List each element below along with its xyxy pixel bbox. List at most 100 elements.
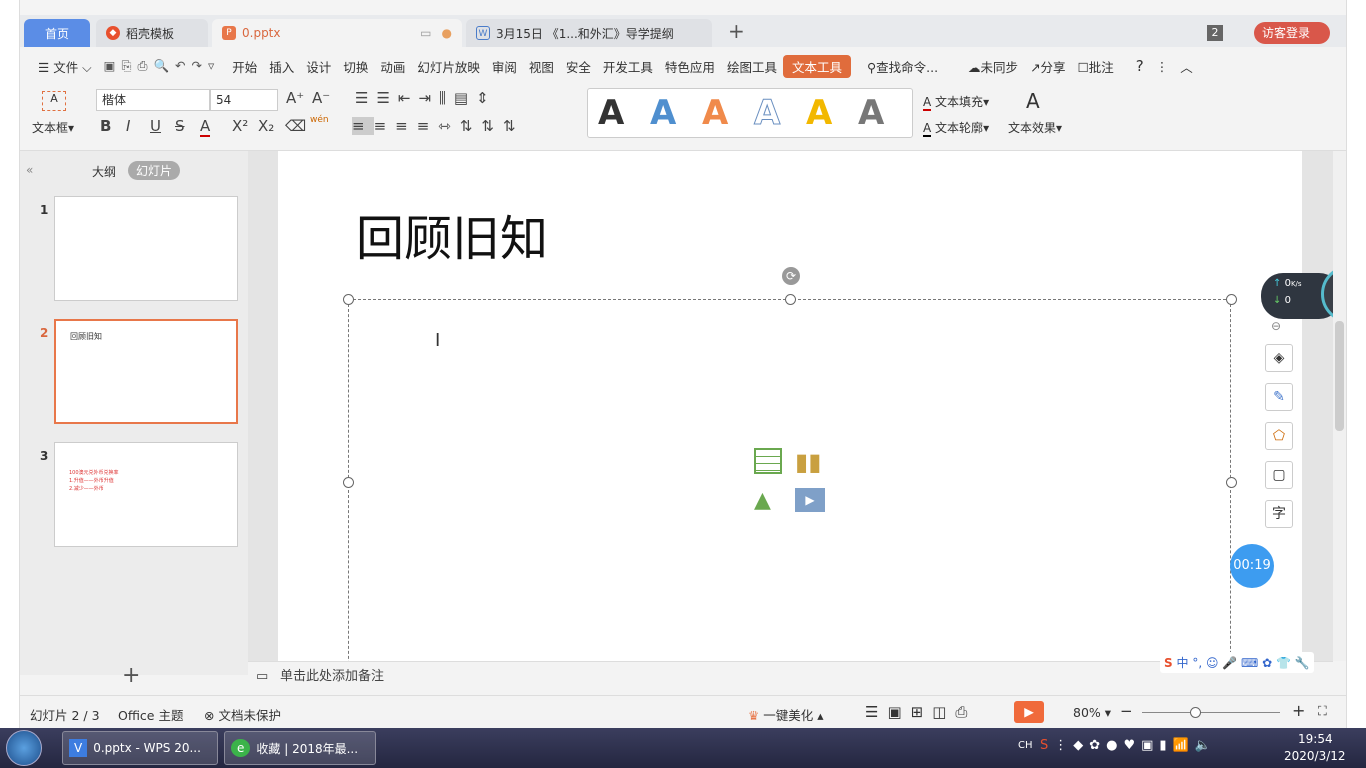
resize-handle[interactable] bbox=[1226, 294, 1237, 305]
tab-daoke[interactable]: ◆ 稻壳模板 bbox=[96, 19, 208, 47]
slide-thumb-1[interactable] bbox=[54, 196, 238, 301]
menu-slideshow[interactable]: 幻灯片放映 bbox=[411, 57, 486, 76]
grow-font-icon[interactable]: A⁺ bbox=[286, 89, 304, 107]
strikethrough-icon[interactable]: S bbox=[175, 117, 185, 135]
insert-picture-icon[interactable]: ▲ bbox=[754, 488, 771, 513]
text-style-gray[interactable]: A bbox=[858, 93, 884, 133]
menu-security[interactable]: 安全 bbox=[560, 57, 597, 76]
share-button[interactable]: ↗分享 bbox=[1024, 57, 1072, 76]
tab-home[interactable]: 首页 bbox=[24, 19, 90, 47]
zoom-out-button[interactable]: − bbox=[1120, 702, 1133, 720]
clear-format-icon[interactable]: ⌫ bbox=[285, 117, 306, 135]
clock-date[interactable]: 2020/3/12 bbox=[1284, 749, 1346, 763]
menu-text-tools[interactable]: 文本工具 bbox=[782, 54, 851, 78]
theme-name[interactable]: Office 主题 bbox=[118, 705, 183, 724]
quick-access-icons[interactable]: ▣⎘⎙🔍↶↷▿ bbox=[98, 58, 227, 74]
text-style-yellow[interactable]: A bbox=[806, 93, 832, 133]
font-icon[interactable]: 字 bbox=[1265, 500, 1293, 528]
align-tools[interactable]: ≡≡≡≡⇿⇅⇅⇅ bbox=[352, 117, 525, 135]
menu-features[interactable]: 特色应用 bbox=[659, 57, 721, 76]
beautify-button[interactable]: ♛ 一键美化 ▴ bbox=[748, 705, 823, 724]
menu-drawing-tools[interactable]: 绘图工具 bbox=[721, 57, 783, 76]
insert-table-icon[interactable] bbox=[754, 448, 782, 474]
new-tab-button[interactable]: + bbox=[728, 19, 745, 43]
italic-icon[interactable]: I bbox=[126, 117, 130, 135]
sync-button[interactable]: ☁未同步 bbox=[962, 57, 1024, 76]
taskbar-wps[interactable]: V 0.pptx - WPS 20... bbox=[62, 731, 218, 765]
input-language[interactable]: CH bbox=[1018, 740, 1033, 751]
text-style-blue[interactable]: A bbox=[650, 93, 676, 133]
menu-devtools[interactable]: 开发工具 bbox=[597, 57, 659, 76]
zoom-slider[interactable] bbox=[1142, 707, 1280, 718]
menu-start[interactable]: 开始 bbox=[226, 57, 263, 76]
resize-handle[interactable] bbox=[1226, 477, 1237, 488]
vertical-scrollbar[interactable] bbox=[1333, 151, 1346, 661]
menu-design[interactable]: 设计 bbox=[300, 57, 337, 76]
slide-title[interactable]: 回顾旧知 bbox=[356, 199, 548, 269]
collapse-ribbon-icon[interactable]: ︿ bbox=[1174, 57, 1199, 76]
shrink-font-icon[interactable]: A⁻ bbox=[312, 89, 330, 107]
search-command[interactable]: ⚲查找命令... bbox=[861, 57, 944, 76]
fit-window-icon[interactable]: ⛶ bbox=[1318, 703, 1327, 719]
fill-icon[interactable]: ⬠ bbox=[1265, 422, 1293, 450]
menu-insert[interactable]: 插入 bbox=[263, 57, 300, 76]
text-style-outline[interactable]: A bbox=[753, 93, 780, 134]
text-effect-button[interactable]: 文本效果▾ bbox=[1008, 119, 1062, 136]
list-tools[interactable]: ☰☰⇤⇥⫼▤⇕ bbox=[355, 89, 497, 107]
superscript-icon[interactable]: X² bbox=[232, 117, 248, 135]
zoom-select[interactable]: 80% ▾ bbox=[1073, 705, 1111, 720]
zoom-slider-thumb[interactable] bbox=[1190, 707, 1201, 718]
start-button[interactable] bbox=[6, 730, 42, 766]
menu-transition[interactable]: 切换 bbox=[337, 57, 374, 76]
menu-animation[interactable]: 动画 bbox=[374, 57, 411, 76]
textbox-icon[interactable]: A bbox=[42, 91, 66, 111]
subscript-icon[interactable]: X₂ bbox=[258, 117, 274, 135]
text-outline-button[interactable]: A 文本轮廓▾ bbox=[923, 119, 989, 137]
window-count[interactable]: 2 bbox=[1207, 25, 1223, 41]
text-style-gallery[interactable]: A A A A A A bbox=[587, 88, 913, 138]
scrollbar-thumb[interactable] bbox=[1335, 321, 1344, 431]
menu-review[interactable]: 审阅 bbox=[486, 57, 523, 76]
add-slide-button[interactable]: + bbox=[122, 663, 140, 688]
view-buttons[interactable]: ☰▣⊞◫⎙ bbox=[865, 703, 976, 721]
font-size-select[interactable]: 54 bbox=[210, 89, 278, 111]
clock-time[interactable]: 19:54 bbox=[1298, 732, 1333, 746]
text-effect-icon[interactable]: A bbox=[1026, 89, 1040, 113]
slide-thumb-2[interactable]: 回顾旧知 bbox=[54, 319, 238, 424]
textbox-button[interactable]: 文本框▾ bbox=[32, 119, 74, 136]
insert-chart-icon[interactable]: ▮▮ bbox=[795, 448, 821, 476]
font-color-icon[interactable]: A bbox=[200, 117, 211, 137]
resize-handle[interactable] bbox=[785, 294, 796, 305]
zoom-in-button[interactable]: + bbox=[1292, 701, 1305, 720]
resize-handle[interactable] bbox=[343, 477, 354, 488]
taskbar-browser[interactable]: e 收藏 | 2018年最... bbox=[224, 731, 376, 765]
border-icon[interactable]: ▢ bbox=[1265, 461, 1293, 489]
underline-icon[interactable]: U bbox=[150, 117, 161, 135]
ime-toolbar[interactable]: S 中 °, ☺ 🎤 ⌨ ✿ 👕 🔧 bbox=[1160, 652, 1314, 673]
brush-icon[interactable]: ✎ bbox=[1265, 383, 1293, 411]
slides-tab[interactable]: 幻灯片 bbox=[128, 161, 181, 180]
content-placeholder[interactable]: I ▮▮ ▲ ▶ bbox=[343, 294, 1237, 661]
tray-icons[interactable]: S⋮◆✿●♥▣▮📶🔈 bbox=[1040, 738, 1217, 753]
bold-icon[interactable]: B bbox=[100, 117, 111, 135]
more-icon[interactable]: ⋮ bbox=[1150, 59, 1175, 74]
zoom-out-icon[interactable]: ⊖ bbox=[1271, 319, 1281, 333]
play-slideshow-button[interactable]: ▶ bbox=[1014, 701, 1044, 723]
pinyin-icon[interactable]: wén bbox=[310, 115, 329, 125]
slide-thumb-3[interactable]: 100澳元兑外币兑换率 1.升值——外币升值 2.减少——外币 bbox=[54, 442, 238, 547]
login-button[interactable]: 访客登录 bbox=[1254, 22, 1330, 44]
resize-handle[interactable] bbox=[343, 294, 354, 305]
insert-video-icon[interactable]: ▶ bbox=[795, 488, 825, 512]
rotate-handle-icon[interactable]: ⟳ bbox=[782, 267, 800, 285]
text-fill-button[interactable]: A 文本填充▾ bbox=[923, 93, 989, 111]
comment-button[interactable]: ☐批注 bbox=[1072, 57, 1120, 76]
help-button[interactable]: ? bbox=[1130, 57, 1150, 75]
protect-status[interactable]: ⊗ 文档未保护 bbox=[204, 705, 281, 724]
font-family-select[interactable]: 楷体 bbox=[96, 89, 210, 111]
file-menu[interactable]: ☰ 文件 ⌵ bbox=[32, 57, 98, 76]
layers-icon[interactable]: ◈ bbox=[1265, 344, 1293, 372]
collapse-panel-icon[interactable]: « bbox=[26, 163, 33, 177]
outline-tab[interactable]: 大纲 bbox=[92, 163, 116, 180]
tab-doc[interactable]: W 3月15日 《1...和外汇》导学提纲 bbox=[466, 19, 712, 47]
text-style-black[interactable]: A bbox=[598, 93, 624, 133]
